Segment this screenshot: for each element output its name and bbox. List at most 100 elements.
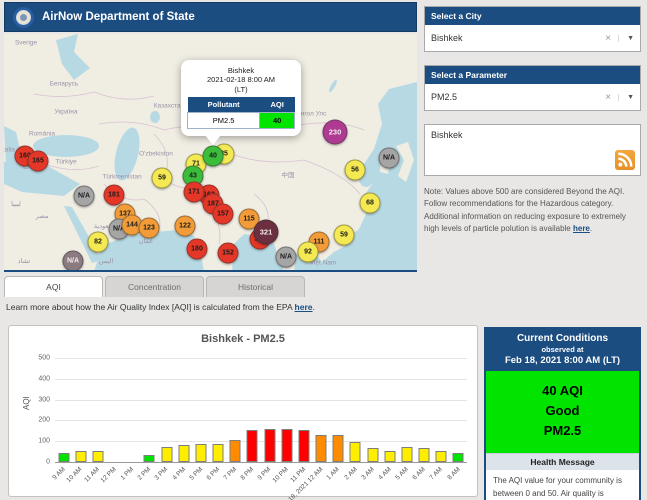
aqi-map-marker[interactable]: 157	[212, 203, 234, 225]
chart-bar[interactable]	[452, 453, 464, 462]
city-panel: Select a City Bishkek × ▼	[424, 6, 641, 52]
popup-pollutant-value: PM2.5	[186, 112, 261, 130]
popup-city: Bishkek	[227, 66, 255, 75]
aqi-map-marker[interactable]: 171	[183, 181, 205, 203]
aqi-map-marker[interactable]: 56	[344, 159, 366, 181]
aqi-category: Good	[545, 403, 580, 419]
city-clear-icon[interactable]: ×	[598, 33, 618, 44]
chart-bar[interactable]	[264, 428, 276, 462]
aqi-summary-block: 40 AQI Good PM2.5	[486, 371, 639, 454]
tab-concentration[interactable]: Concentration	[105, 276, 204, 297]
aqi-map-marker[interactable]: 122	[174, 215, 196, 237]
note-body: Note: Values above 500 are considered Be…	[424, 187, 626, 234]
chart-bar[interactable]	[246, 429, 258, 462]
chart-bar[interactable]	[349, 441, 361, 462]
chart-bar[interactable]	[92, 450, 104, 462]
chart-bar[interactable]	[195, 443, 207, 462]
popup-col-aqi: AQI	[259, 97, 295, 113]
map-country-label: Казахстан	[153, 102, 185, 110]
parameter-panel-title: Select a Parameter	[425, 66, 640, 84]
parameter-clear-icon[interactable]: ×	[598, 92, 618, 103]
map-country-label: تشاد	[17, 258, 31, 265]
chart-y-tick-label: 500	[38, 354, 50, 362]
current-conditions-header: Current Conditions observed at Feb 18, 2…	[486, 329, 639, 371]
map-popup: Bishkek 2021-02-18 8:00 AM (LT) Pollutan…	[181, 60, 301, 146]
aqi-map-marker[interactable]: 321	[253, 219, 279, 245]
aqi-map-marker[interactable]: 123	[138, 217, 160, 239]
health-message-title: Health Message	[486, 453, 639, 471]
observed-at-value: Feb 18, 2021 8:00 AM (LT)	[504, 355, 621, 366]
map-country-label: Türkmenistan	[102, 173, 142, 181]
aqi-map-marker[interactable]: 68	[359, 192, 381, 214]
chart-bar[interactable]	[332, 435, 344, 462]
rss-icon[interactable]	[615, 150, 635, 170]
chart-bar[interactable]	[384, 450, 396, 462]
chart-y-axis-label: AQI	[22, 396, 31, 410]
popup-col-pollutant: Pollutant	[187, 97, 260, 113]
chart-bar[interactable]	[298, 430, 310, 462]
map-country-label: Türkiye	[55, 158, 77, 166]
note-text: Note: Values above 500 are considered Be…	[424, 186, 641, 236]
map-country-label: ليبيا	[11, 201, 21, 208]
aqi-map-marker[interactable]: N/A	[275, 246, 297, 268]
note-link[interactable]: here	[573, 224, 590, 233]
chart-bar[interactable]	[367, 448, 379, 462]
map-country-label: اليمن	[98, 258, 114, 265]
popup-aqi-value: 40	[259, 112, 295, 130]
chart-bar[interactable]	[435, 450, 447, 462]
aqi-map-marker[interactable]: 230	[322, 119, 348, 145]
sidebar: Select a City Bishkek × ▼ Select a Param…	[424, 6, 641, 236]
aqi-map-marker[interactable]: N/A	[62, 250, 84, 270]
tab-historical[interactable]: Historical	[206, 276, 305, 297]
chart-gridline	[55, 441, 467, 443]
parameter-select[interactable]: PM2.5 × ▼	[425, 84, 640, 110]
popup-table: Pollutant AQI PM2.5 40	[186, 97, 295, 130]
learn-more-suffix: .	[312, 302, 315, 312]
chart-bar[interactable]	[161, 446, 173, 462]
aqi-map-marker[interactable]: 180	[186, 238, 208, 260]
chart-bar[interactable]	[58, 453, 70, 462]
chart-y-tick-label: 100	[38, 437, 50, 445]
aqi-map-marker[interactable]: 59	[151, 167, 173, 189]
chart-y-tick-label: 300	[38, 396, 50, 404]
aqi-map-marker[interactable]: 152	[217, 242, 239, 264]
parameter-panel: Select a Parameter PM2.5 × ▼	[424, 65, 641, 111]
city-caret-icon[interactable]: ▼	[618, 34, 634, 42]
chart-bar[interactable]	[315, 434, 327, 462]
chart-plot-area: 0 100 200 300 400 500 9 AM 10 AM 11 AM 12 PM 1 PM 2…	[38, 355, 467, 500]
aqi-map-marker[interactable]: 181	[103, 184, 125, 206]
parameter-caret-icon[interactable]: ▼	[618, 93, 634, 101]
chart-gridline	[55, 378, 467, 380]
chart-bar[interactable]	[281, 429, 293, 462]
aqi-map-marker[interactable]: 82	[87, 231, 109, 253]
aqi-map-marker[interactable]: 165	[27, 150, 49, 172]
popup-datetime: 2021-02-18 8:00 AM	[207, 75, 275, 85]
map-country-label: Беларусь	[49, 80, 79, 88]
tab-aqi[interactable]: AQI	[4, 276, 103, 297]
chart-bar[interactable]	[212, 443, 224, 462]
aqi-map[interactable]: SverigeБеларусьУкраїнаRomâniaItaliaΕλλάς…	[4, 34, 417, 272]
chart-bar[interactable]	[143, 454, 155, 462]
chart-title: Bishkek - PM2.5	[201, 333, 285, 345]
chart-bar[interactable]	[75, 450, 87, 462]
app-title: AirNow Department of State	[42, 11, 195, 23]
chart-bar[interactable]	[229, 440, 241, 462]
map-country-label: O'zbekiston	[139, 150, 173, 158]
chart-y-tick-label: 0	[46, 458, 50, 466]
popup-timezone: (LT)	[234, 84, 248, 94]
chart-bar[interactable]	[418, 448, 430, 462]
aqi-map-marker[interactable]: 40	[202, 145, 224, 167]
aqi-chart-panel: Bishkek - PM2.5 AQI 0 100 200 300 400 500 9 AM…	[8, 325, 478, 500]
aqi-map-marker[interactable]: 59	[333, 224, 355, 246]
chart-bar[interactable]	[401, 447, 413, 462]
parameter-select-value: PM2.5	[431, 92, 458, 102]
aqi-map-marker[interactable]: N/A	[378, 147, 400, 169]
chart-bar[interactable]	[178, 444, 190, 462]
aqi-map-marker[interactable]: N/A	[73, 185, 95, 207]
learn-more-prefix: Learn more about how the Air Quality Ind…	[6, 302, 295, 312]
app-header: AirNow Department of State	[4, 2, 417, 32]
city-select[interactable]: Bishkek × ▼	[425, 25, 640, 51]
learn-more-link[interactable]: here	[295, 302, 313, 312]
city-select-value: Bishkek	[431, 33, 463, 43]
aqi-map-marker[interactable]: 92	[297, 241, 319, 263]
